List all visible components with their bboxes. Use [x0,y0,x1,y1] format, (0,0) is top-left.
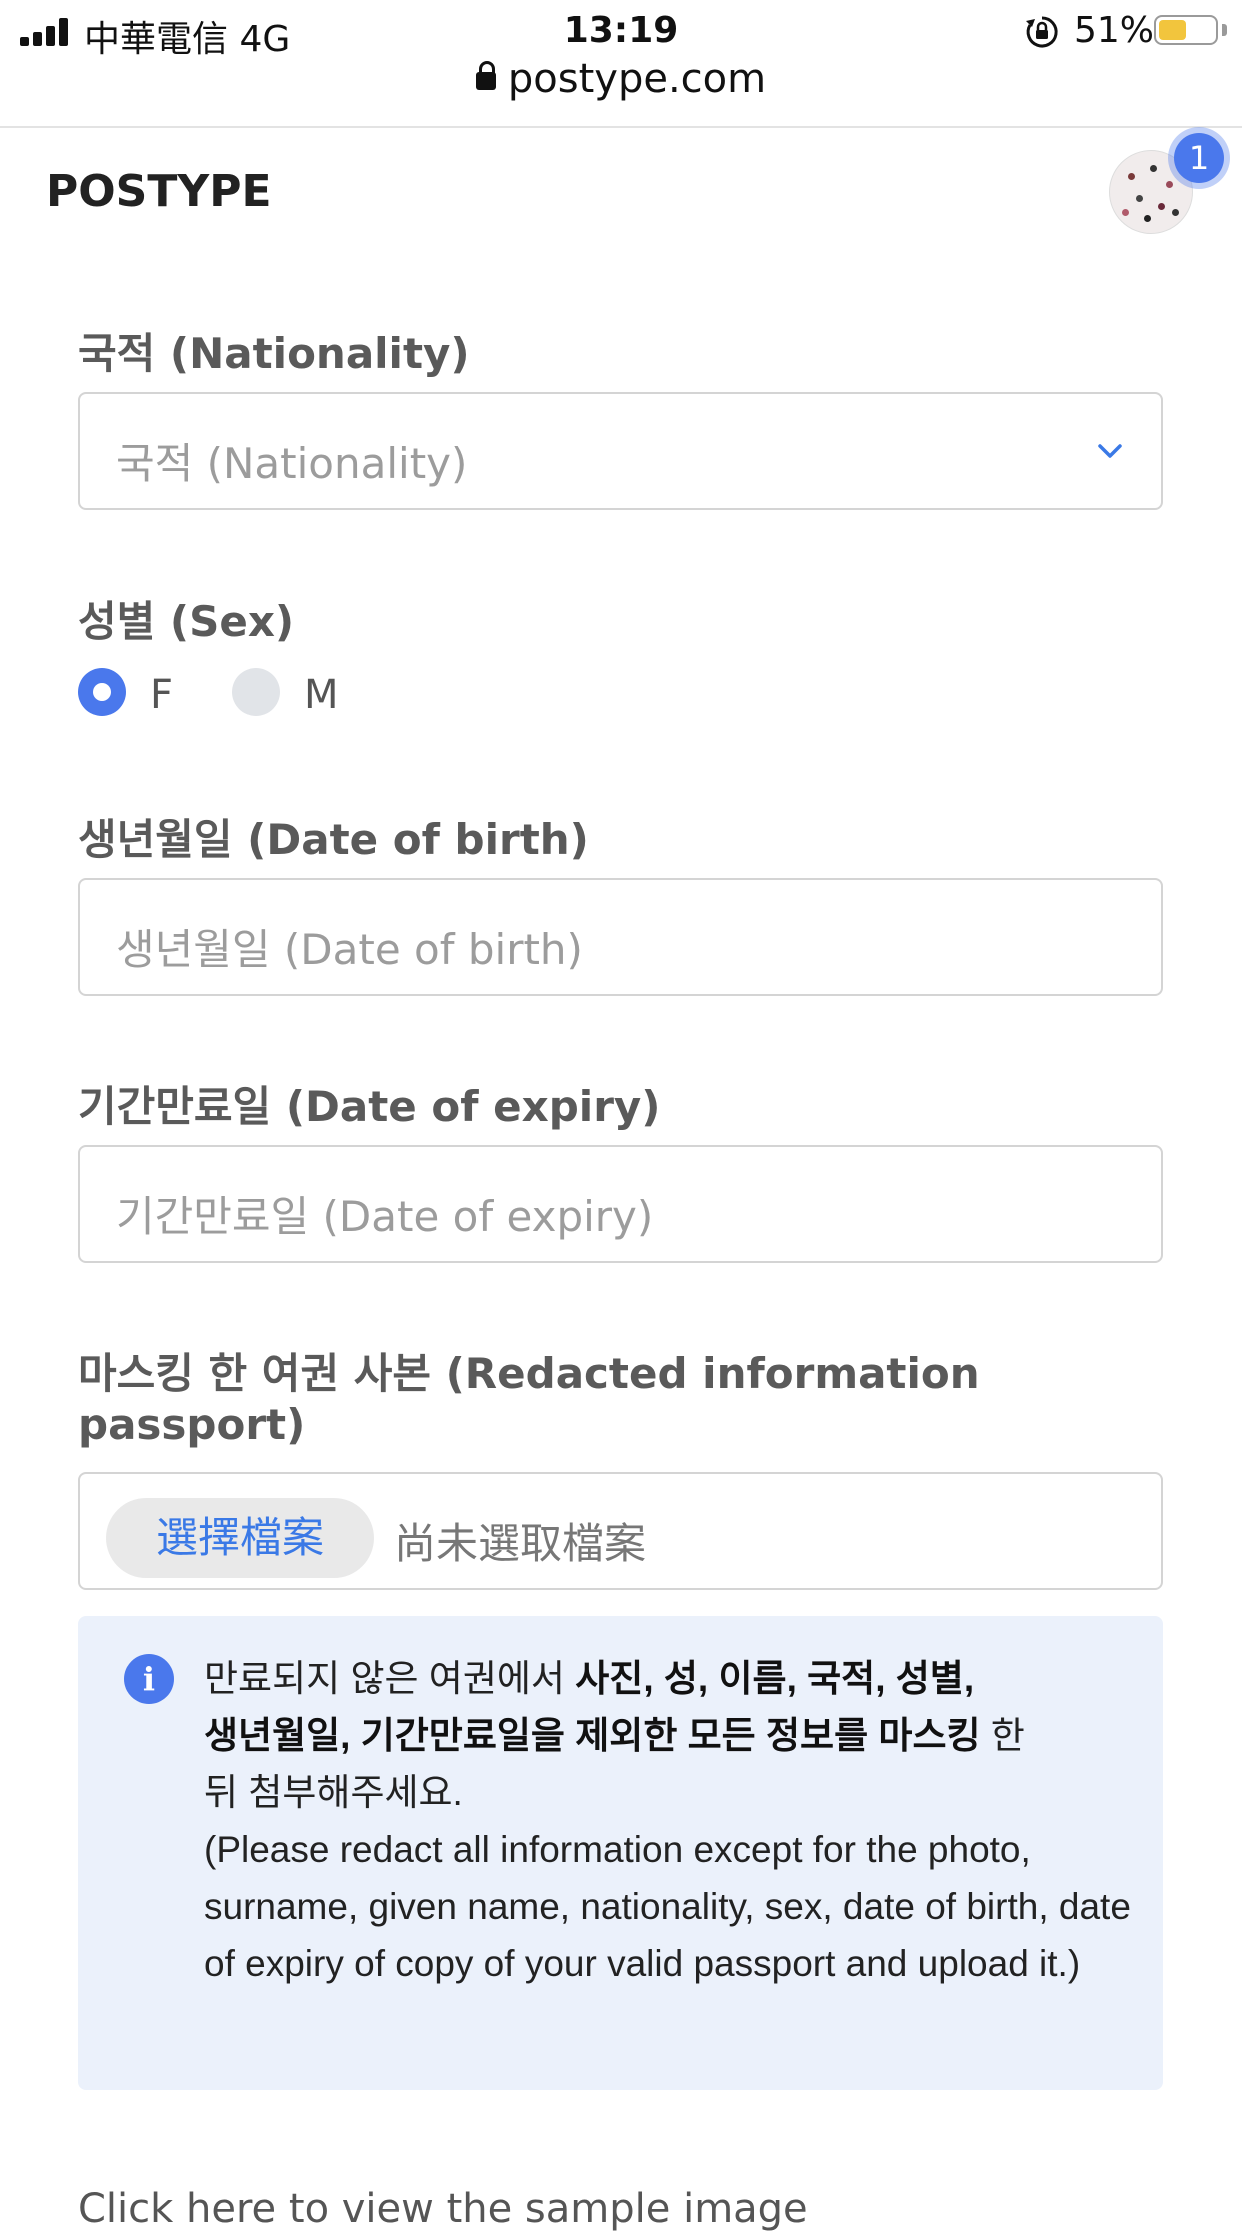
sex-option-f-label[interactable]: F [150,672,173,718]
info-line-3: 뒤 첨부해주세요. [204,1772,463,1813]
battery-percent: 51% [1074,10,1155,51]
battery-icon [1154,15,1218,45]
passport-copy-label-line1: 마스킹 한 여권 사본 (Redacted information [78,1349,980,1398]
browser-divider [0,126,1242,128]
info-text: 만료되지 않은 여권에서 사진, 성, 이름, 국적, 성별, 생년월일, 기간… [204,1650,1134,1992]
date-of-expiry-placeholder: 기간만료일 (Date of expiry) [116,1192,654,1241]
nationality-placeholder: 국적 (Nationality) [116,439,468,488]
info-line-2-normal: 한 [980,1715,1025,1756]
date-of-expiry-label: 기간만료일 (Date of expiry) [78,1082,661,1131]
date-of-birth-placeholder: 생년월일 (Date of birth) [116,925,583,974]
url-text: postype.com [507,56,767,102]
info-icon: i [124,1654,174,1704]
info-box: i 만료되지 않은 여권에서 사진, 성, 이름, 국적, 성별, 생년월일, … [78,1616,1163,2090]
file-status: 尚未選取檔案 [394,1519,647,1568]
date-of-birth-label: 생년월일 (Date of birth) [78,815,589,864]
sex-radio-f[interactable] [78,668,126,716]
nationality-label: 국적 (Nationality) [78,329,470,378]
sex-radio-m[interactable] [232,668,280,716]
battery-tip [1222,24,1227,36]
info-line-1-bold: 사진, 성, 이름, 국적, 성별, [575,1658,975,1699]
nationality-select[interactable]: 국적 (Nationality) [78,392,1163,510]
date-of-birth-field[interactable]: 생년월일 (Date of birth) [78,878,1163,996]
info-line-1-normal: 만료되지 않은 여권에서 [204,1658,576,1699]
passport-copy-label-line2: passport) [78,1400,306,1449]
info-line-2: 생년월일, 기간만료일을 제외한 모든 정보를 마스킹 한 [204,1707,1134,1764]
choose-file-button[interactable]: 選擇檔案 [106,1498,374,1578]
sex-option-m-label[interactable]: M [304,672,339,718]
info-line-1: 만료되지 않은 여권에서 사진, 성, 이름, 국적, 성별, [204,1650,1134,1707]
rotation-lock-icon [1026,16,1058,48]
sample-image-link[interactable]: Click here to view the sample image [78,2186,808,2232]
info-line-2-bold: 생년월일, 기간만료일을 제외한 모든 정보를 마스킹 [204,1715,981,1756]
padlock-icon [475,61,496,90]
url-bar[interactable]: postype.com [0,56,1242,102]
date-of-expiry-field[interactable]: 기간만료일 (Date of expiry) [78,1145,1163,1263]
status-bar: 中華電信 4G 13:19 51% [0,0,1242,64]
passport-file-input[interactable]: 選擇檔案 尚未選取檔案 [78,1472,1163,1590]
postype-logo[interactable]: POSTYPE [46,166,272,217]
chevron-down-icon [1098,444,1122,458]
notification-badge[interactable]: 1 [1174,133,1224,183]
info-english: (Please redact all information except fo… [204,1829,1131,1984]
sex-label: 성별 (Sex) [78,597,295,646]
